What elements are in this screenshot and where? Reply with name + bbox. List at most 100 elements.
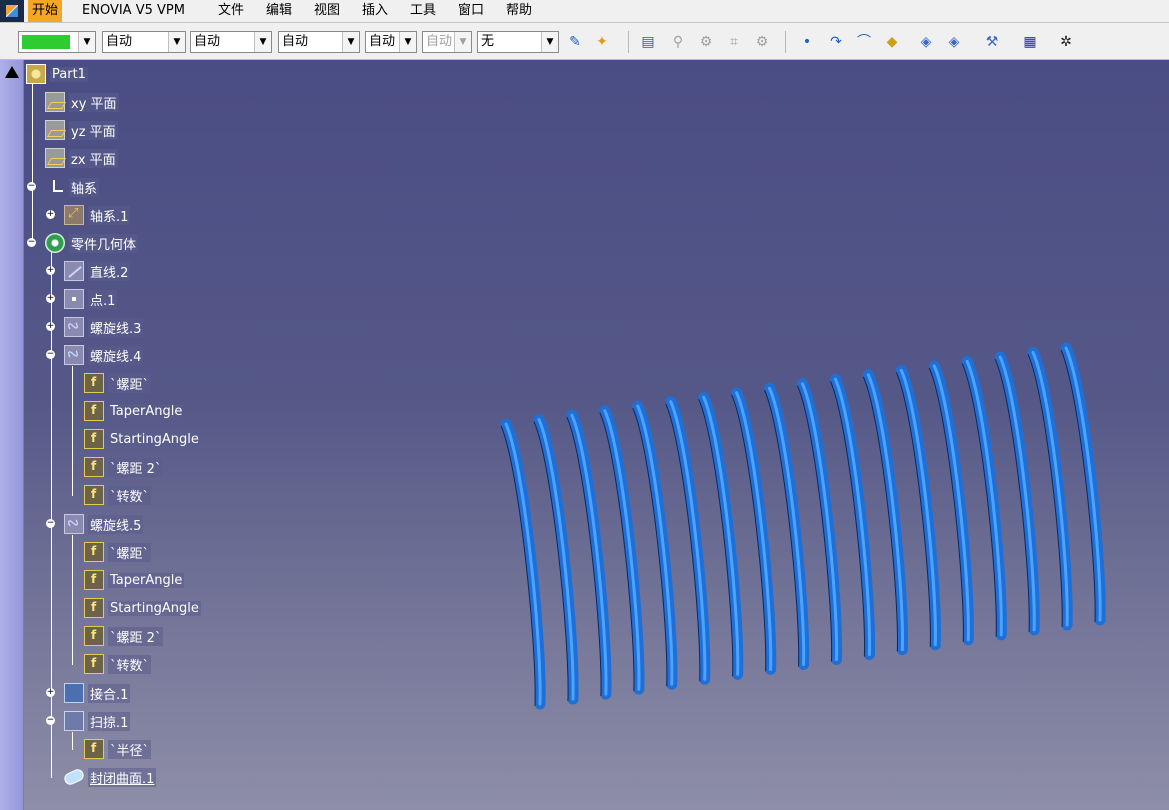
tree-collapse-arrow-icon[interactable]: [5, 66, 19, 78]
tree-node-line[interactable]: 直线.2: [64, 259, 131, 283]
compass-icon[interactable]: ✲: [1056, 32, 1076, 52]
tree-node-parameter[interactable]: `螺距`: [84, 540, 152, 564]
tree-label: `转数`: [108, 654, 152, 674]
tree-expand-icon[interactable]: +: [46, 294, 55, 303]
tree-node-helix-4[interactable]: 螺旋线.4: [64, 343, 144, 367]
line-thickness-value: 自动: [194, 34, 221, 49]
parameter-icon: [84, 542, 104, 562]
tree-label: 螺旋线.4: [88, 345, 144, 365]
menu-edit[interactable]: 编辑: [262, 0, 296, 22]
join-icon[interactable]: ◈: [944, 32, 964, 52]
tree-node-xy-plane[interactable]: xy 平面: [45, 90, 119, 114]
solid-icon[interactable]: ◈: [916, 32, 936, 52]
parameter-icon: [84, 739, 104, 759]
layer-combo[interactable]: 无 ▼: [477, 31, 559, 53]
tree-node-part[interactable]: Part1: [26, 62, 88, 86]
catalog-icon[interactable]: ▦: [1020, 32, 1040, 52]
menu-file[interactable]: 文件: [214, 0, 248, 22]
tree-expand-icon[interactable]: +: [46, 322, 55, 331]
tree-label: 扫掠.1: [88, 711, 131, 731]
menu-window[interactable]: 窗口: [454, 0, 488, 22]
point-symbol-value: 自动: [369, 34, 396, 49]
tree-node-sweep[interactable]: 扫掠.1: [64, 709, 131, 733]
tree-label: TaperAngle: [108, 572, 185, 588]
tree-node-helix-3[interactable]: 螺旋线.3: [64, 315, 144, 339]
axis-icon: [64, 205, 84, 225]
parameter-icon: [84, 485, 104, 505]
wand-icon[interactable]: ✦: [592, 32, 612, 52]
tree-scroll-strip[interactable]: [0, 60, 24, 810]
menu-help[interactable]: 帮助: [502, 0, 536, 22]
menu-enovia[interactable]: ENOVIA V5 VPM: [78, 0, 189, 22]
chevron-down-icon: ▼: [168, 32, 185, 52]
helix-icon: [64, 345, 84, 365]
tree-expand-icon[interactable]: +: [46, 266, 55, 275]
part-icon: [26, 64, 46, 84]
tree-expand-icon[interactable]: +: [46, 210, 55, 219]
tree-node-axis-system[interactable]: 轴系: [45, 175, 100, 199]
tree-label: 轴系: [69, 177, 100, 197]
tree-collapse-icon[interactable]: −: [46, 716, 55, 725]
tree-node-yz-plane[interactable]: yz 平面: [45, 118, 118, 142]
tree-node-parameter[interactable]: `螺距`: [84, 371, 152, 395]
parameter-icon: [84, 626, 104, 646]
parameter-icon: [84, 401, 104, 421]
menu-view[interactable]: 视图: [310, 0, 344, 22]
settings-icon[interactable]: ⚙: [752, 32, 772, 52]
tree-node-closed-surface[interactable]: 封闭曲面.1: [62, 765, 157, 789]
tree-node-parameter[interactable]: `转数`: [84, 483, 152, 507]
chevron-down-icon: ▼: [78, 32, 95, 52]
paintbrush-icon[interactable]: ✎: [565, 32, 585, 52]
surface-icon[interactable]: ⌒: [854, 32, 874, 52]
menu-insert[interactable]: 插入: [358, 0, 392, 22]
menu-tools[interactable]: 工具: [406, 0, 440, 22]
tree-node-parameter[interactable]: TaperAngle: [84, 568, 185, 592]
curve-icon[interactable]: ↷: [826, 32, 846, 52]
transparency-combo[interactable]: 自动 ▼: [102, 31, 186, 53]
tree-node-join[interactable]: 接合.1: [64, 681, 131, 705]
tree-collapse-icon[interactable]: −: [46, 350, 55, 359]
grid-icon[interactable]: ⌗: [724, 32, 744, 52]
tree-node-parameter[interactable]: `螺距 2`: [84, 455, 164, 479]
tree-label: `螺距 2`: [108, 457, 164, 477]
tree-node-parameter[interactable]: StartingAngle: [84, 596, 201, 620]
tree-node-parameter[interactable]: `螺距 2`: [84, 624, 164, 648]
catia-logo-icon[interactable]: [0, 0, 24, 22]
tree-node-parameter[interactable]: `转数`: [84, 652, 152, 676]
tools-icon[interactable]: ⚒: [982, 32, 1002, 52]
fill-icon[interactable]: ◆: [882, 32, 902, 52]
tree-expand-icon[interactable]: +: [46, 688, 55, 697]
menu-start[interactable]: 开始: [28, 0, 63, 22]
tree-node-parameter[interactable]: TaperAngle: [84, 399, 185, 423]
point-icon[interactable]: •: [797, 32, 817, 52]
chevron-down-icon: ▼: [399, 32, 416, 52]
helix-icon: [64, 514, 84, 534]
menu-bar: 开始 ENOVIA V5 VPM 文件 编辑 视图 插入 工具 窗口 帮助: [0, 0, 1169, 23]
tree-connector: [72, 535, 73, 665]
rendering-style-combo[interactable]: 自动 ▼: [422, 31, 472, 53]
toolbar-separator: [628, 31, 629, 53]
layer-value: 无: [481, 34, 495, 49]
color-combo[interactable]: ▼: [18, 31, 96, 53]
tree-node-axis-item[interactable]: 轴系.1: [64, 203, 131, 227]
line-thickness-combo[interactable]: 自动 ▼: [190, 31, 272, 53]
tree-node-parameter[interactable]: StartingAngle: [84, 427, 201, 451]
tree-label: Part1: [50, 66, 88, 82]
tree-connector: [32, 84, 33, 244]
measure-icon[interactable]: ⚲: [668, 32, 688, 52]
color-swatch: [22, 35, 70, 49]
tree-collapse-icon[interactable]: −: [27, 182, 36, 191]
transparency-value: 自动: [106, 34, 133, 49]
tree-node-point[interactable]: 点.1: [64, 287, 118, 311]
tree-node-zx-plane[interactable]: zx 平面: [45, 146, 118, 170]
tree-node-helix-5[interactable]: 螺旋线.5: [64, 512, 144, 536]
tree-collapse-icon[interactable]: −: [27, 238, 36, 247]
graphic-properties-toolbar: ▼ 自动 ▼ 自动 ▼ 自动 ▼ 自动 ▼ 自动 ▼ 无 ▼ ✎ ✦ ▤ ⚲ ⚙…: [0, 23, 1169, 60]
analysis-icon[interactable]: ⚙: [696, 32, 716, 52]
tree-node-geometry-set[interactable]: 零件几何体: [45, 231, 139, 255]
tree-node-parameter[interactable]: `半径`: [84, 737, 152, 761]
point-symbol-combo[interactable]: 自动 ▼: [365, 31, 417, 53]
line-type-combo[interactable]: 自动 ▼: [278, 31, 360, 53]
tree-collapse-icon[interactable]: −: [46, 519, 55, 528]
properties-icon[interactable]: ▤: [638, 32, 658, 52]
